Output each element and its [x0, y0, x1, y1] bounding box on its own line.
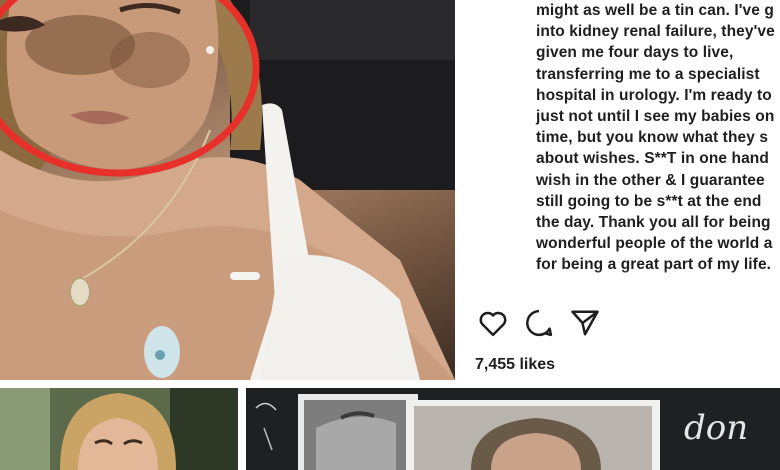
chalk-text: don [684, 408, 749, 448]
caption-line: just not until I see my babies on [536, 107, 775, 125]
caption-line: time, but you know what they s [536, 129, 769, 147]
caption-line: might as well be a tin can. I've g [536, 2, 774, 19]
like-button[interactable] [475, 305, 511, 341]
share-button[interactable] [567, 305, 603, 341]
main-photo [0, 0, 455, 380]
caption-line: wonderful people of the world a [536, 235, 773, 253]
collage-divider [0, 380, 780, 388]
heart-icon [479, 311, 507, 337]
likes-count[interactable]: 7,455 likes [475, 356, 555, 374]
main-photo-illustration [0, 0, 455, 380]
bottom-left-photo-illustration [0, 388, 238, 470]
post-caption: might as well be a tin can. I've g into … [536, 0, 780, 275]
caption-line: hospital in urology. I'm ready to [536, 86, 772, 104]
caption-line: into kidney renal failure, they've [536, 23, 775, 41]
caption-fade [455, 268, 780, 298]
comment-button[interactable] [521, 305, 557, 341]
post-action-bar [475, 305, 603, 341]
caption-line: the day. Thank you all for being [536, 213, 771, 231]
post-panel: might as well be a tin can. I've g into … [455, 0, 780, 380]
send-icon [571, 310, 599, 336]
caption-line: transferring me to a specialist [536, 65, 760, 83]
comment-icon [526, 309, 553, 337]
caption-line: wish in the other & I guarantee [536, 171, 765, 189]
caption-line: given me four days to live, [536, 44, 734, 62]
caption-line: about wishes. S**T in one hand [536, 150, 769, 168]
caption-line: still going to be s**t at the end [536, 192, 762, 210]
bottom-right-collage: don [246, 388, 780, 470]
bottom-left-photo [0, 388, 238, 470]
